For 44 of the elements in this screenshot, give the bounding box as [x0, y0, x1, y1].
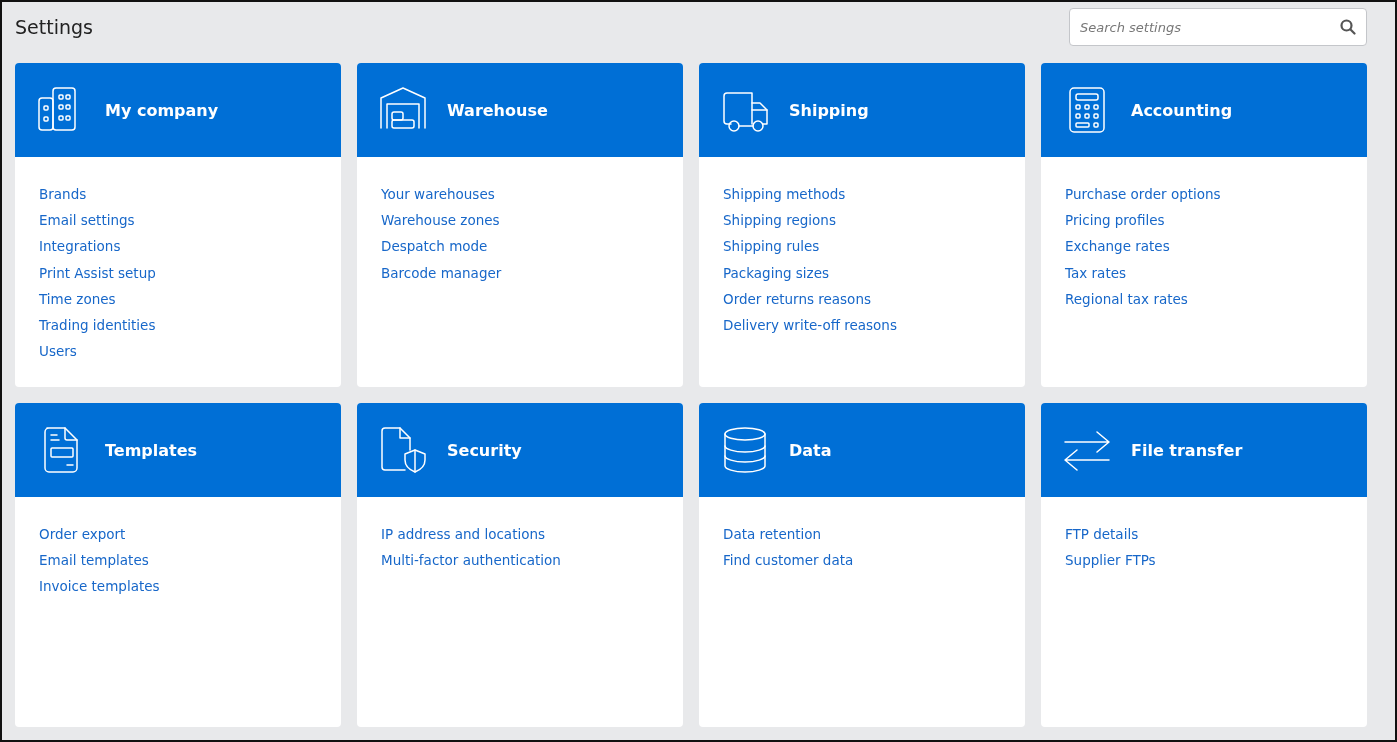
settings-link[interactable]: Time zones [39, 285, 116, 312]
settings-link[interactable]: Users [39, 338, 77, 365]
settings-link[interactable]: Data retention [723, 521, 822, 548]
card-title: Warehouse [447, 100, 548, 120]
settings-link[interactable]: Regional tax rates [1065, 285, 1188, 312]
card-title: File transfer [1131, 440, 1243, 460]
settings-link[interactable]: Email settings [39, 207, 135, 234]
settings-link[interactable]: Tax rates [1065, 259, 1127, 286]
settings-link[interactable]: Order export [39, 521, 126, 548]
settings-link[interactable]: Email templates [39, 547, 149, 574]
settings-link[interactable]: FTP details [1065, 521, 1139, 548]
settings-link[interactable]: Supplier FTPs [1065, 547, 1156, 574]
settings-link[interactable]: Packaging sizes [723, 259, 830, 286]
settings-link[interactable]: Purchase order options [1065, 181, 1221, 208]
settings-link[interactable]: Exchange rates [1065, 233, 1170, 260]
settings-link[interactable]: Shipping rules [723, 233, 820, 260]
settings-link[interactable]: Warehouse zones [381, 207, 500, 234]
shield-icon [379, 426, 427, 474]
settings-link[interactable]: Pricing profiles [1065, 207, 1165, 234]
settings-link[interactable]: Barcode manager [381, 259, 502, 286]
card-title: Templates [105, 440, 198, 460]
database-icon [721, 426, 769, 474]
settings-link[interactable]: IP address and locations [381, 521, 546, 548]
card-title: Data [789, 440, 832, 460]
card-title: Accounting [1131, 100, 1233, 120]
settings-link[interactable]: Invoice templates [39, 573, 160, 600]
card-title: Shipping [789, 100, 869, 120]
settings-link[interactable]: Multi-factor authentication [381, 547, 561, 574]
search-field[interactable]: Search settings [1069, 8, 1367, 46]
settings-link[interactable]: Brands [39, 181, 87, 208]
search-icon[interactable] [1340, 19, 1356, 35]
settings-link[interactable]: Despatch mode [381, 233, 488, 260]
settings-link[interactable]: Your warehouses [381, 181, 495, 208]
settings-link[interactable]: Print Assist setup [39, 259, 156, 286]
settings-link[interactable]: Shipping methods [723, 181, 846, 208]
page-title: Settings [15, 16, 93, 38]
settings-link[interactable]: Integrations [39, 233, 121, 260]
settings-link[interactable]: Shipping regions [723, 207, 836, 234]
settings-link[interactable]: Order returns reasons [723, 285, 871, 312]
card-title: Security [447, 440, 522, 460]
settings-link[interactable]: Trading identities [39, 312, 156, 339]
settings-link[interactable]: Find customer data [723, 547, 854, 574]
card-title: My company [105, 100, 219, 120]
settings-link[interactable]: Delivery write-off reasons [723, 312, 897, 339]
